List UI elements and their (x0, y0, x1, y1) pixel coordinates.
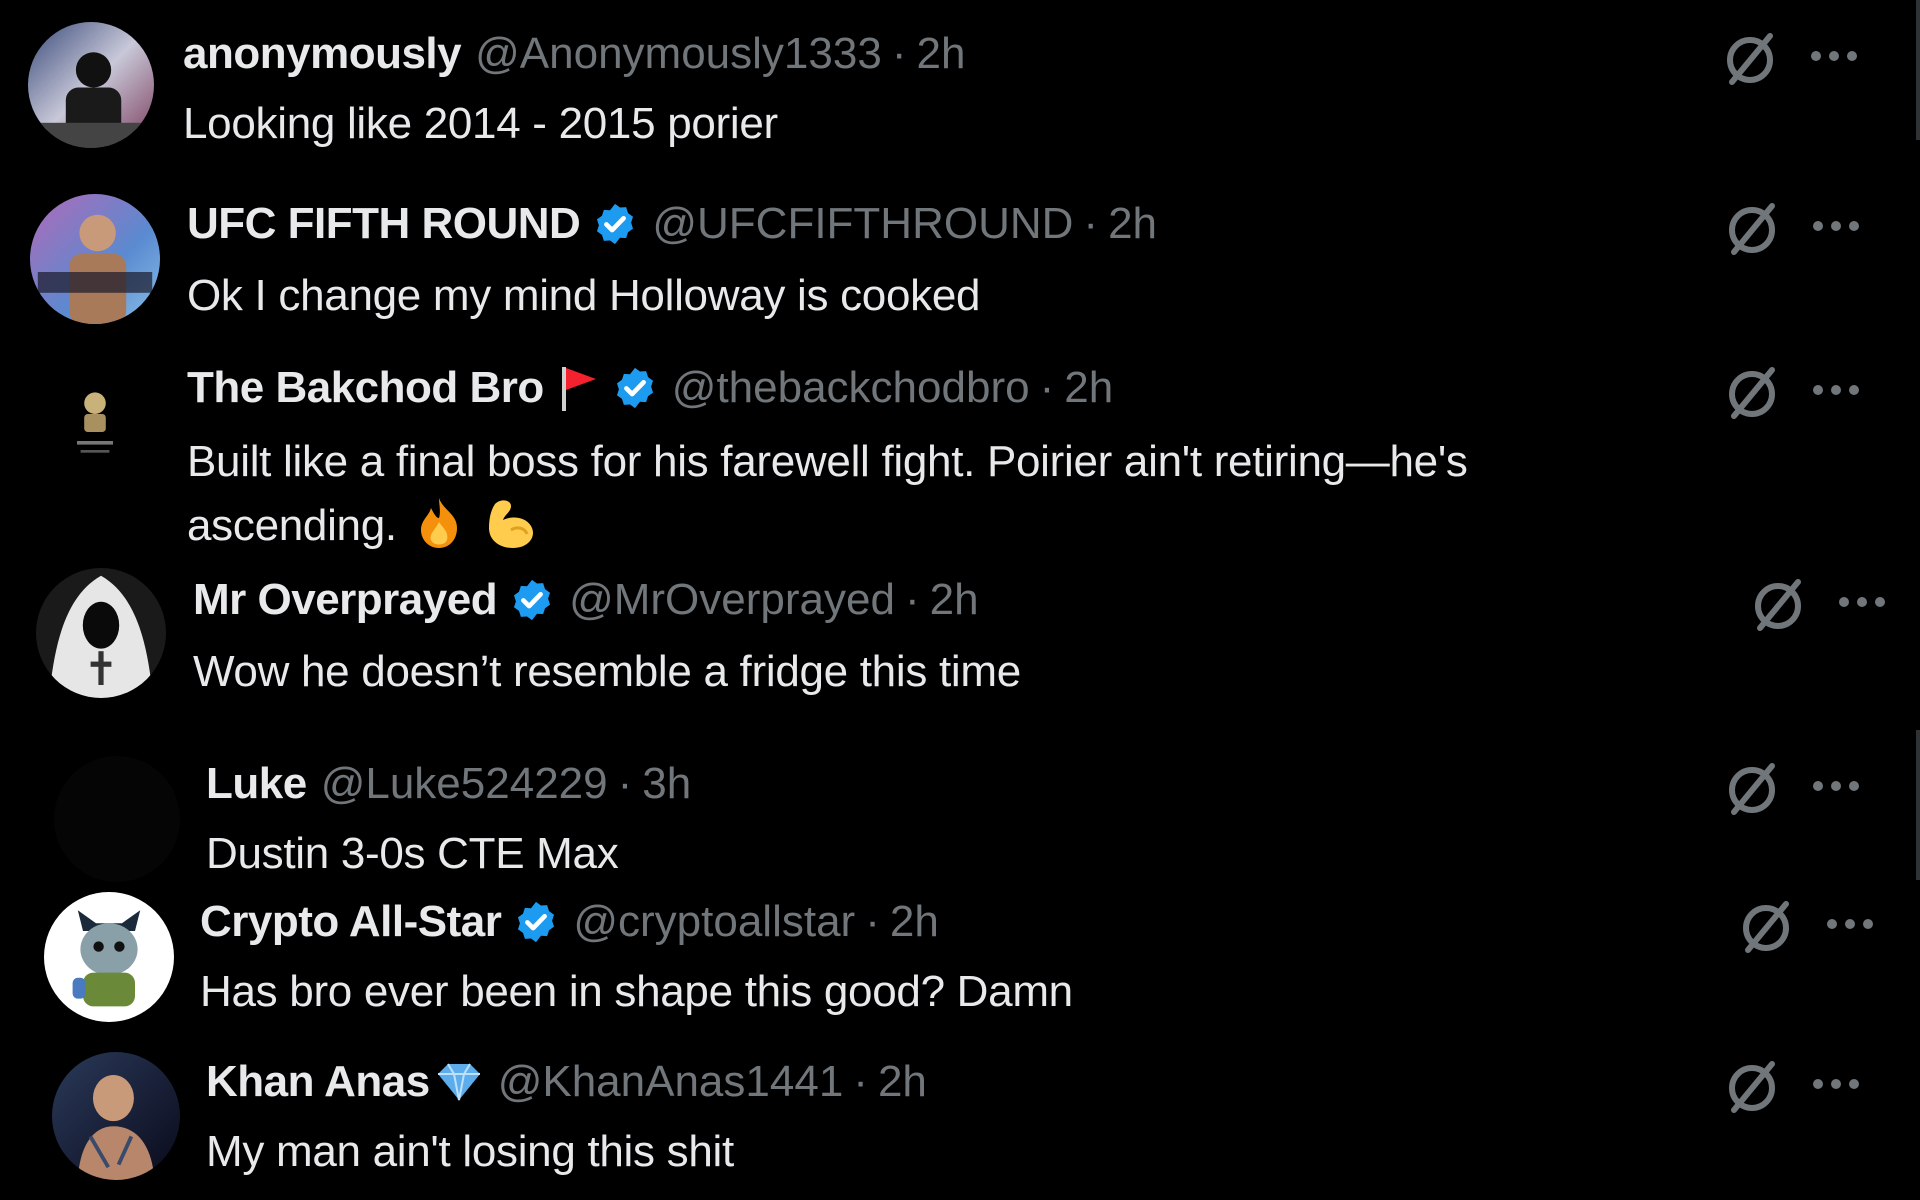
more-icon[interactable] (1810, 1074, 1862, 1094)
timestamp[interactable]: 2h (1064, 362, 1113, 414)
grok-slash-icon[interactable] (1736, 896, 1796, 956)
timestamp[interactable]: 2h (930, 574, 979, 626)
timestamp[interactable]: 3h (642, 758, 691, 810)
more-icon[interactable] (1808, 46, 1860, 66)
display-name[interactable]: Luke (206, 758, 307, 810)
separator: · (617, 759, 633, 808)
timestamp[interactable]: 2h (1108, 198, 1157, 250)
red-flag-icon (556, 363, 600, 413)
display-name[interactable]: UFC FIFTH ROUND (187, 198, 581, 250)
avatar[interactable] (44, 892, 174, 1022)
verified-badge-icon (513, 899, 559, 945)
reply-text-line: Built like a final boss for his farewell… (187, 437, 1468, 486)
display-name[interactable]: Mr Overprayed (193, 574, 498, 626)
more-icon[interactable] (1824, 914, 1876, 934)
user-handle[interactable]: @MrOverprayed (569, 574, 895, 626)
separator: · (853, 1057, 868, 1106)
timestamp[interactable]: 2h (890, 896, 939, 948)
user-handle[interactable]: @UFCFIFTHROUND (652, 198, 1073, 250)
user-handle[interactable]: @Anonymously1333 (475, 28, 882, 80)
avatar[interactable] (30, 194, 160, 324)
separator: · (1083, 199, 1099, 248)
separator: · (891, 29, 907, 78)
verified-badge-icon (509, 577, 555, 623)
reply-text: Dustin 3-0s CTE Max (206, 829, 619, 878)
reply-text-line-2: ascending. (187, 501, 397, 550)
timestamp[interactable]: 2h (916, 28, 965, 80)
grok-slash-icon[interactable] (1720, 28, 1780, 88)
reply-text: My man ain't losing this shit (206, 1127, 734, 1176)
display-name[interactable]: Khan Anas (206, 1056, 430, 1108)
verified-badge-icon (612, 365, 658, 411)
user-handle[interactable]: @thebackchodbro (672, 362, 1030, 414)
reply-text: Built like a final boss for his farewell… (187, 430, 1468, 558)
grok-slash-icon[interactable] (1748, 574, 1808, 634)
scroll-edge (1916, 730, 1920, 880)
display-name[interactable]: The Bakchod Bro (187, 362, 544, 414)
reply-text: Wow he doesn’t resemble a fridge this ti… (193, 647, 1021, 696)
display-name[interactable]: Crypto All-Star (200, 896, 502, 948)
fire-icon (409, 494, 469, 550)
user-handle[interactable]: @cryptoallstar (573, 896, 855, 948)
gem-icon (434, 1060, 484, 1104)
reply-text: Has bro ever been in shape this good? Da… (200, 967, 1073, 1016)
reply-text-line: ascending. (187, 494, 1468, 558)
avatar[interactable] (54, 756, 180, 882)
reply-text: Looking like 2014 - 2015 porier (183, 99, 778, 148)
separator: · (1039, 363, 1055, 412)
grok-slash-icon[interactable] (1722, 758, 1782, 818)
replies-feed: anonymously @Anonymously1333 · 2h Lookin… (0, 0, 1920, 1200)
avatar[interactable] (50, 378, 140, 468)
display-name[interactable]: anonymously (183, 28, 462, 80)
grok-slash-icon[interactable] (1722, 1056, 1782, 1116)
avatar[interactable] (36, 568, 166, 698)
flexed-biceps-icon (481, 494, 541, 550)
more-icon[interactable] (1810, 216, 1862, 236)
timestamp[interactable]: 2h (878, 1056, 927, 1108)
reply-text: Ok I change my mind Holloway is cooked (187, 271, 981, 320)
scroll-edge (1916, 0, 1920, 140)
user-handle[interactable]: @Luke524229 (321, 758, 608, 810)
more-icon[interactable] (1810, 776, 1862, 796)
avatar[interactable] (28, 22, 154, 148)
verified-badge-icon (592, 201, 638, 247)
separator: · (865, 897, 880, 946)
more-icon[interactable] (1810, 380, 1862, 400)
separator: · (904, 575, 920, 624)
grok-slash-icon[interactable] (1722, 362, 1782, 422)
more-icon[interactable] (1836, 592, 1888, 612)
grok-slash-icon[interactable] (1722, 198, 1782, 258)
user-handle[interactable]: @KhanAnas1441 (498, 1056, 844, 1108)
avatar[interactable] (52, 1052, 180, 1180)
